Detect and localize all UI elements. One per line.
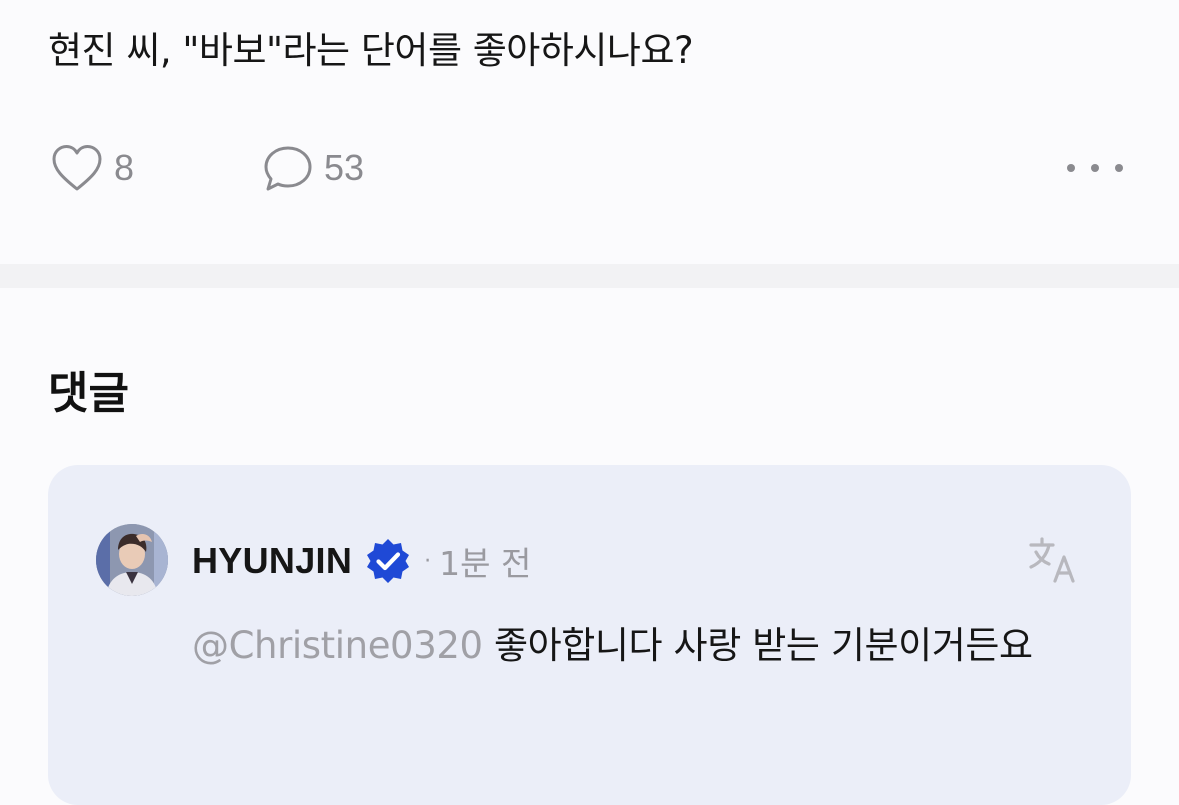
more-dot — [1115, 164, 1123, 172]
more-horizontal-icon — [1067, 164, 1075, 172]
comment-button[interactable]: 53 — [262, 140, 364, 196]
like-count: 8 — [114, 147, 135, 188]
post-text: 현진 씨, "바보"라는 단어를 좋아하시나요? — [48, 29, 694, 72]
post-actions: 8 53 — [0, 140, 1179, 196]
speech-bubble-icon — [264, 146, 312, 191]
comment-author-name[interactable]: HYUNJIN — [192, 540, 352, 582]
meta-separator: · — [424, 548, 432, 574]
translate-button[interactable] — [1027, 535, 1079, 587]
verified-badge-icon — [367, 539, 410, 583]
section-divider — [0, 264, 1179, 288]
more-options-button[interactable] — [1067, 152, 1123, 184]
comment-timestamp: 1분 전 — [439, 544, 532, 583]
like-button[interactable]: 8 — [50, 140, 134, 196]
more-dot — [1091, 164, 1099, 172]
comment-text: 좋아합니다 사랑 받는 기분이거든요 — [494, 624, 1033, 667]
translate-icon — [1029, 537, 1075, 583]
comment-mention[interactable]: @Christine0320 — [192, 624, 483, 667]
comment-body: @Christine0320 좋아합니다 사랑 받는 기분이거든요 — [192, 615, 1072, 677]
comment-card: HYUNJIN · 1분 전 @Christine0320 좋아합니다 사랑 받… — [48, 465, 1131, 805]
avatar[interactable] — [96, 524, 168, 596]
avatar-photo — [96, 524, 168, 596]
heart-outline-icon — [52, 145, 102, 191]
comment-author-row: HYUNJIN · 1분 전 — [192, 535, 531, 587]
comment-count: 53 — [324, 147, 365, 188]
comments-section-title: 댓글 — [48, 368, 129, 419]
